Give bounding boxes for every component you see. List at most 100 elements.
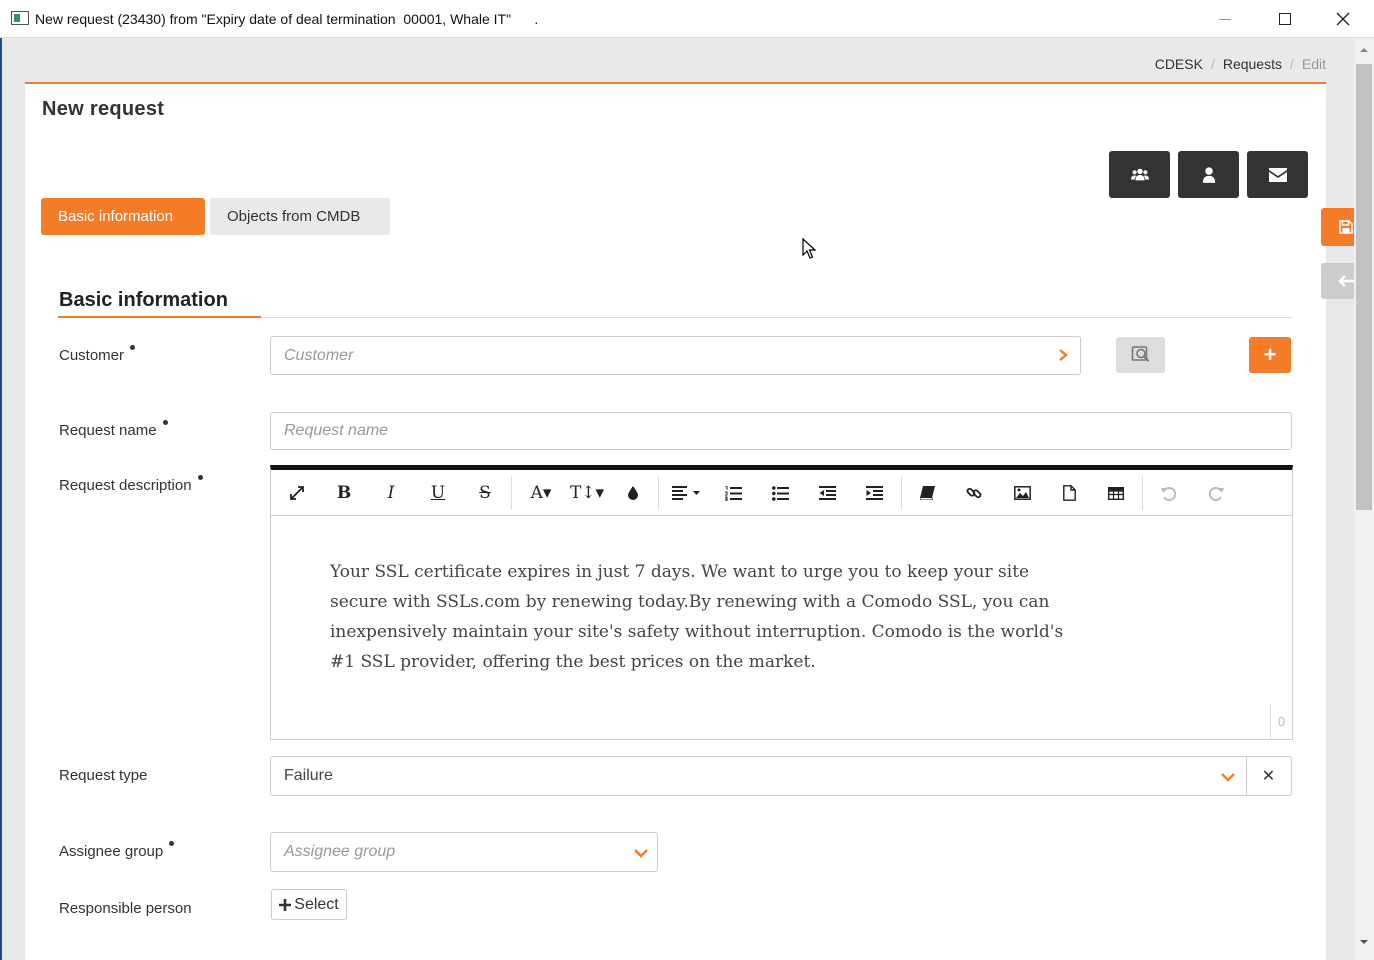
font-size-icon: T↕▾ <box>569 483 605 503</box>
description-editor: B I U S A▾ T↕▾ Your SSL certificate expi… <box>270 465 1293 740</box>
scroll-down-icon[interactable] <box>1358 936 1370 948</box>
bold-icon: B <box>336 483 352 503</box>
unordered-list-button[interactable] <box>770 482 790 504</box>
add-customer-button[interactable]: + <box>1249 337 1291 373</box>
close-icon <box>1336 12 1350 26</box>
customer-input[interactable]: Customer <box>270 336 1081 375</box>
app-icon <box>11 11 29 25</box>
image-button[interactable] <box>1012 482 1032 504</box>
expand-icon <box>290 486 304 500</box>
file-button[interactable] <box>1059 482 1079 504</box>
font-button[interactable]: A▾ <box>525 482 557 504</box>
underline-icon: U <box>430 483 446 503</box>
maximize-button[interactable] <box>1262 6 1308 32</box>
description-text[interactable]: Your SSL certificate expires in just 7 d… <box>330 557 1070 677</box>
chevron-down-icon <box>1221 773 1235 782</box>
color-button[interactable] <box>623 482 643 504</box>
window-title: New request (23430) from "Expiry date of… <box>35 11 539 27</box>
window-left-edge <box>0 38 2 960</box>
strikethrough-button[interactable]: S <box>475 482 495 504</box>
table-icon <box>1108 486 1124 500</box>
section-divider-accent <box>58 316 261 318</box>
outdent-button[interactable] <box>817 482 837 504</box>
editor-toolbar: B I U S A▾ T↕▾ <box>271 470 1292 516</box>
italic-icon: I <box>387 483 395 503</box>
redo-icon <box>1208 486 1224 501</box>
clear-request-type-button[interactable]: ✕ <box>1246 756 1292 796</box>
file-icon <box>1062 485 1076 501</box>
link-button[interactable] <box>964 482 984 504</box>
underline-button[interactable]: U <box>428 482 448 504</box>
select-responsible-button[interactable]: Select <box>271 889 347 920</box>
plus-icon <box>279 898 292 911</box>
request-description-label: Request description <box>59 475 203 494</box>
breadcrumb: CDESK / Requests / Edit <box>1154 56 1326 72</box>
group-button[interactable] <box>1109 151 1170 198</box>
window-titlebar: New request (23430) from "Expiry date of… <box>0 0 1374 38</box>
unordered-list-icon <box>771 485 789 501</box>
save-icon <box>1338 220 1353 234</box>
page-title: New request <box>42 98 165 120</box>
breadcrumb-cdesk[interactable]: CDESK <box>1155 56 1203 72</box>
request-type-label: Request type <box>59 767 148 784</box>
breadcrumb-requests[interactable]: Requests <box>1223 56 1282 72</box>
font-icon: A▾ <box>530 483 552 503</box>
request-name-label: Request name <box>59 420 168 439</box>
style-button[interactable] <box>917 482 937 504</box>
required-dot <box>130 345 136 350</box>
scrollbar-thumb[interactable] <box>1356 64 1372 510</box>
drop-icon <box>628 486 638 500</box>
char-count: 0 <box>1270 704 1292 739</box>
search-customer-button[interactable] <box>1116 337 1165 373</box>
breadcrumb-current: Edit <box>1301 56 1326 72</box>
fullscreen-button[interactable] <box>287 482 307 504</box>
mouse-cursor-icon <box>802 238 816 259</box>
required-dot <box>162 420 168 425</box>
assignee-group-label: Assignee group <box>59 841 175 860</box>
link-icon <box>966 487 982 499</box>
arrow-left-icon <box>1337 275 1354 287</box>
required-dot <box>197 475 203 480</box>
customer-label: Customer <box>59 345 136 364</box>
font-size-button[interactable]: T↕▾ <box>569 482 605 504</box>
chevron-down-icon <box>634 849 648 858</box>
user-icon <box>1202 166 1215 183</box>
indent-button[interactable] <box>864 482 884 504</box>
maximize-icon <box>1279 13 1291 25</box>
group-icon <box>1130 168 1149 180</box>
user-button[interactable] <box>1178 151 1239 198</box>
ordered-list-icon <box>724 485 742 501</box>
outdent-icon <box>818 486 836 500</box>
ordered-list-button[interactable] <box>723 482 743 504</box>
strikethrough-icon: S <box>479 483 491 503</box>
align-button[interactable] <box>671 482 703 504</box>
required-dot <box>169 841 175 846</box>
redo-button[interactable] <box>1206 482 1226 504</box>
scroll-up-icon[interactable] <box>1358 44 1370 56</box>
request-name-input[interactable]: Request name <box>270 412 1292 450</box>
table-button[interactable] <box>1106 482 1126 504</box>
align-left-icon <box>672 486 700 500</box>
x-icon: ✕ <box>1261 768 1276 785</box>
bold-button[interactable]: B <box>334 482 354 504</box>
request-type-select[interactable]: Failure <box>270 756 1247 796</box>
minimize-icon <box>1219 18 1231 20</box>
assignee-group-select[interactable]: Assignee group <box>270 832 658 872</box>
tab-basic-information[interactable]: Basic information <box>41 198 205 235</box>
email-button[interactable] <box>1247 151 1308 198</box>
minimize-button[interactable] <box>1202 6 1248 32</box>
section-title: Basic information <box>59 289 228 311</box>
undo-button[interactable] <box>1159 482 1179 504</box>
image-icon <box>1013 486 1031 500</box>
undo-icon <box>1161 486 1177 501</box>
tab-objects-from-cmdb[interactable]: Objects from CMDB <box>210 198 390 235</box>
book-icon <box>919 486 935 500</box>
content-area: CDESK / Requests / Edit New request Basic in… <box>0 38 1354 960</box>
indent-icon <box>865 486 883 500</box>
responsible-person-label: Responsible person <box>59 900 192 917</box>
close-button[interactable] <box>1320 6 1366 32</box>
search-icon <box>1131 346 1149 362</box>
italic-button[interactable]: I <box>381 482 401 504</box>
chevron-right-icon <box>1059 349 1068 361</box>
request-panel: New request Basic information Objects fr… <box>25 82 1326 960</box>
